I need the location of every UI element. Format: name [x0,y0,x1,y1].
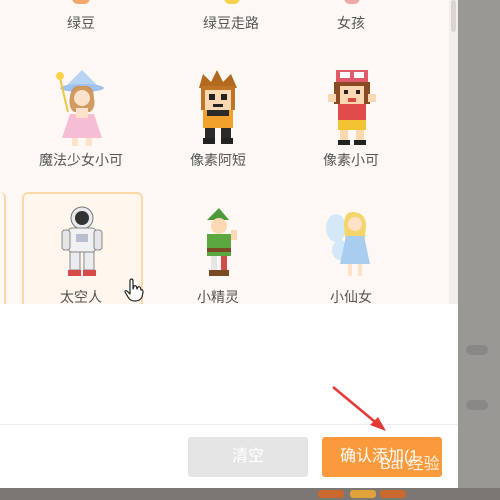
grid-scrollbar[interactable] [449,0,458,304]
character-card-lvdou-walk[interactable]: 绿豆走路 [172,0,290,40]
character-label: 绿豆走路 [203,15,259,31]
red-arrow-annotation-icon [332,386,386,431]
character-grid: 绿豆 绿豆走路 女孩 魔法少女小可 像素阿短 像素小可 太空人 小精灵 小仙女 [0,0,458,314]
magic-girl-sprite [56,70,104,146]
clear-button[interactable]: 清空 [188,437,308,477]
character-card-lvdou[interactable]: 绿豆 [22,0,140,40]
pixel-aduan-sprite [199,70,237,144]
character-card-magic-girl[interactable]: 魔法少女小可 [22,62,140,172]
baidu-watermark: Bai 经验 [380,456,440,473]
hand-cursor-icon [124,278,144,302]
previous-card-edge [0,192,6,310]
character-card-pixel-xiaoke[interactable]: 像素小可 [292,62,410,172]
background-page-edge [458,0,500,500]
character-card-pixel-aduan[interactable]: 像素阿短 [159,62,277,172]
character-label: 绿豆 [67,15,95,31]
character-card-elf[interactable]: 小精灵 [159,192,277,305]
elf-sprite [207,208,237,276]
character-card-girl[interactable]: 女孩 [292,0,410,40]
character-label: 像素阿短 [190,152,246,168]
astronaut-sprite [61,206,103,276]
character-label: 女孩 [337,15,365,31]
fairy-sprite [326,212,370,276]
character-card-astronaut[interactable]: 太空人 [22,192,140,305]
pixel-xiaoke-sprite [328,70,376,145]
add-character-dialog: 绿豆 绿豆走路 女孩 魔法少女小可 像素阿短 像素小可 太空人 小精灵 小仙女 … [0,0,458,488]
character-label: 像素小可 [323,152,379,168]
background-bottom-strip [0,488,500,500]
character-label: 魔法少女小可 [39,152,123,168]
character-card-fairy[interactable]: 小仙女 [292,192,410,305]
grid-scrollbar-thumb[interactable] [451,0,456,32]
